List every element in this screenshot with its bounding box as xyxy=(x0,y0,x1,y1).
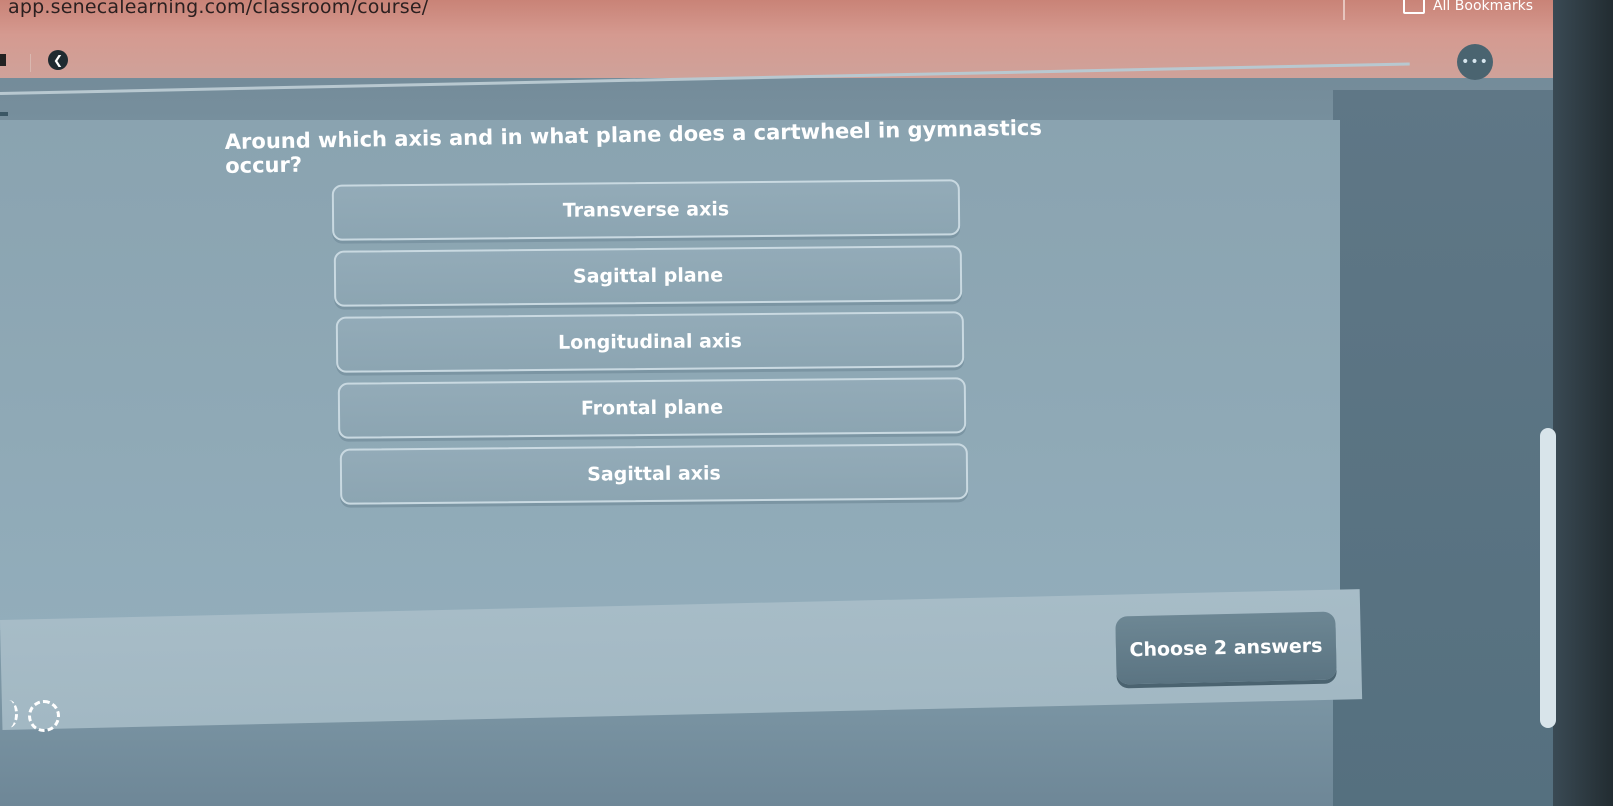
answer-option-transverse-axis[interactable]: Transverse axis xyxy=(331,179,961,241)
browser-chrome: app.senecalearning.com/classroom/course/… xyxy=(0,0,1613,80)
answer-option-frontal-plane[interactable]: Frontal plane xyxy=(337,377,967,439)
bookmarks-label: All Bookmarks xyxy=(1432,0,1533,14)
toolbar-separator xyxy=(30,54,31,72)
bookmarks-separator xyxy=(1343,0,1345,20)
folder-icon xyxy=(1402,0,1425,14)
answer-option-sagittal-plane[interactable]: Sagittal plane xyxy=(333,245,963,307)
more-options-button[interactable]: ••• xyxy=(1457,44,1493,80)
menu-icon[interactable] xyxy=(0,54,6,66)
loading-icon xyxy=(0,700,18,728)
all-bookmarks-button[interactable]: All Bookmarks xyxy=(1402,0,1533,14)
scrollbar-thumb[interactable] xyxy=(1540,428,1556,728)
back-icon[interactable]: ❮ xyxy=(48,50,68,70)
answer-option-longitudinal-axis[interactable]: Longitudinal axis xyxy=(335,311,965,373)
screen-edge xyxy=(1553,0,1613,806)
choose-answers-button[interactable]: Choose 2 answers xyxy=(1115,611,1337,685)
loading-icon xyxy=(28,700,60,732)
answer-option-sagittal-axis[interactable]: Sagittal axis xyxy=(339,443,969,505)
answer-options: Transverse axis Sagittal plane Longitudi… xyxy=(331,179,972,512)
url-bar[interactable]: app.senecalearning.com/classroom/course/ xyxy=(8,0,428,18)
progress-fill xyxy=(0,112,8,116)
